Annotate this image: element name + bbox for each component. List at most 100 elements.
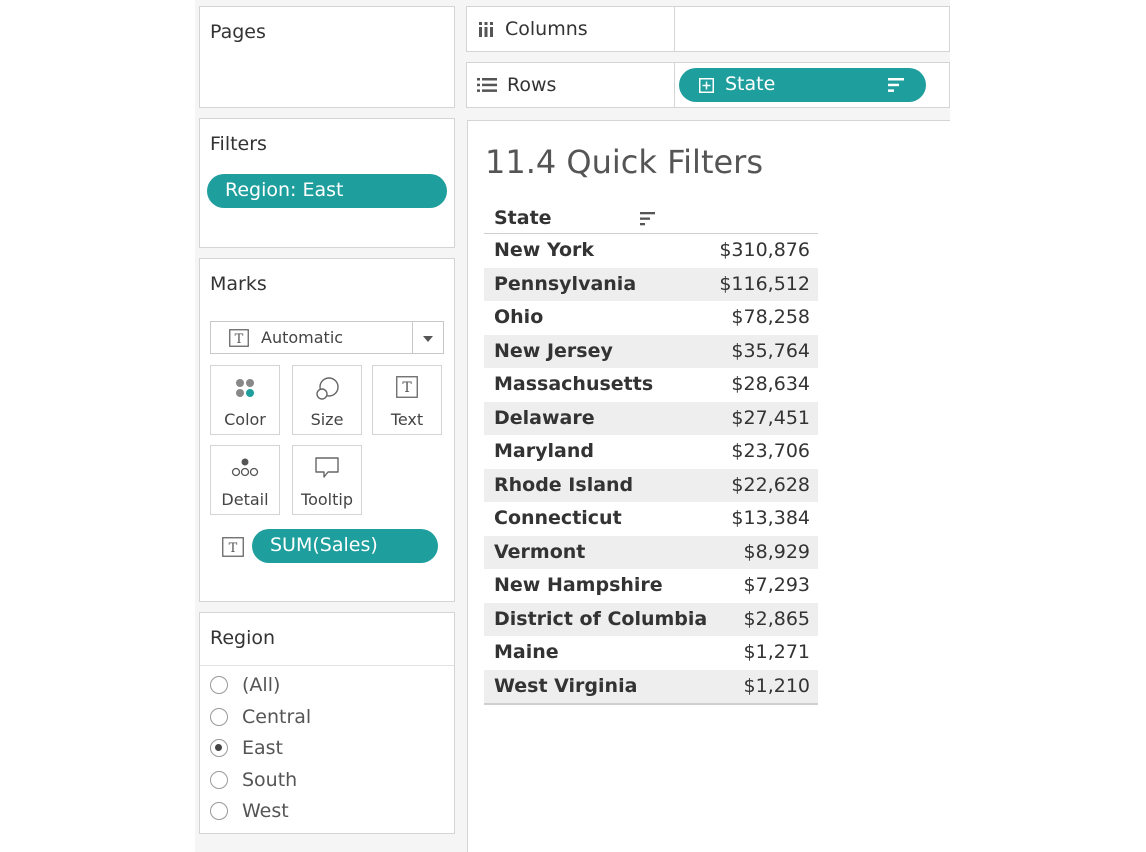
text-button[interactable]: T Text <box>372 365 442 435</box>
radio-option-central[interactable]: Central <box>210 703 311 731</box>
sales-value-cell: $7,293 <box>743 574 810 596</box>
sort-descending-icon[interactable] <box>640 212 656 226</box>
state-column-header[interactable]: State <box>494 207 552 229</box>
sales-value-cell: $13,384 <box>731 507 810 529</box>
chevron-down-icon[interactable] <box>422 335 434 343</box>
size-icon-wrap <box>293 376 361 402</box>
table-row[interactable]: Vermont $8,929 <box>484 535 818 569</box>
color-button[interactable]: Color <box>210 365 280 435</box>
radio-button[interactable] <box>210 676 228 694</box>
radio-label: South <box>242 769 298 791</box>
radio-option-south[interactable]: South <box>210 766 297 794</box>
table-row[interactable]: West Virginia $1,210 <box>484 669 818 703</box>
state-cell: Ohio <box>494 306 544 328</box>
region-quick-filter: Region (All) Central East South West <box>199 612 455 834</box>
columns-shelf[interactable]: Columns <box>466 6 950 52</box>
radio-label: West <box>242 800 289 822</box>
marks-title: Marks <box>210 273 267 295</box>
sales-value-cell: $27,451 <box>731 406 810 429</box>
table-row[interactable]: Maryland $23,706 <box>484 435 818 469</box>
sales-value-cell: $310,876 <box>719 239 810 261</box>
table-row[interactable]: Pennsylvania $116,512 <box>484 267 818 301</box>
table-row[interactable]: New Jersey $35,764 <box>484 334 818 368</box>
sort-descending-icon[interactable] <box>888 77 906 93</box>
expand-plus-icon <box>699 78 714 93</box>
svg-text:T: T <box>402 380 412 396</box>
radio-button[interactable] <box>210 771 228 789</box>
color-icon-wrap <box>211 376 279 402</box>
color-icon <box>236 379 254 397</box>
tooltip-label: Tooltip <box>301 490 353 509</box>
radio-button[interactable] <box>210 802 228 820</box>
text-encoding-icon: T <box>222 537 244 557</box>
table-row[interactable]: New Hampshire $7,293 <box>484 569 818 603</box>
radio-label: East <box>242 737 283 759</box>
tooltip-button[interactable]: Tooltip <box>292 445 362 515</box>
state-table: State New York $310,876 Pennsylvania $116,5… <box>484 203 818 705</box>
state-cell: New Jersey <box>494 339 613 362</box>
state-cell: Maine <box>494 641 559 663</box>
size-label: Size <box>310 410 344 429</box>
size-icon <box>316 377 339 400</box>
sheet-title: 11.4 Quick Filters <box>485 143 763 181</box>
table-row[interactable]: Rhode Island $22,628 <box>484 468 818 502</box>
radio-label: (All) <box>242 674 281 696</box>
table-row[interactable]: Ohio $78,258 <box>484 301 818 335</box>
detail-button[interactable]: Detail <box>210 445 280 515</box>
text-label: Text <box>390 410 424 429</box>
table-header[interactable]: State <box>484 203 818 234</box>
pages-card[interactable]: Pages <box>199 6 455 108</box>
table-row[interactable]: Delaware $27,451 <box>484 401 818 435</box>
filters-title: Filters <box>210 133 267 155</box>
rows-shelf[interactable]: Rows State <box>466 62 950 108</box>
sales-value-cell: $1,210 <box>743 674 810 697</box>
sum-sales-pill[interactable]: SUM(Sales) <box>252 529 438 563</box>
radio-option-all[interactable]: (All) <box>210 671 280 699</box>
detail-icon <box>231 458 259 477</box>
table-row[interactable]: Maine $1,271 <box>484 636 818 670</box>
text-mark-icon: T <box>229 329 249 347</box>
size-button[interactable]: Size <box>292 365 362 435</box>
marks-card: Marks T Automatic Color Size T Text Deta… <box>199 258 455 602</box>
region-filter-divider <box>200 665 454 666</box>
mark-type-dropdown[interactable]: T Automatic <box>210 321 444 354</box>
rows-label: Rows <box>507 74 557 96</box>
pages-title: Pages <box>210 21 266 43</box>
detail-icon-wrap <box>211 456 279 482</box>
tooltip-icon-wrap <box>293 456 361 482</box>
state-cell: Delaware <box>494 406 595 429</box>
sales-value-cell: $22,628 <box>731 473 810 496</box>
state-cell: District of Columbia <box>494 607 708 630</box>
filters-card[interactable]: Filters Region: East <box>199 118 455 248</box>
state-cell: Maryland <box>494 440 594 462</box>
rows-label-wrap: Rows <box>477 63 556 107</box>
text-icon-wrap: T <box>373 376 441 402</box>
sales-value-cell: $35,764 <box>731 339 810 362</box>
tooltip-icon <box>315 457 339 478</box>
viz-canvas[interactable]: 11.4 Quick Filters State New York $310,87… <box>467 120 950 852</box>
color-label: Color <box>224 410 266 429</box>
table-row[interactable]: Connecticut $13,384 <box>484 502 818 536</box>
state-rows-pill[interactable]: State <box>679 68 926 102</box>
state-pill-label: State <box>725 73 776 95</box>
radio-button[interactable] <box>210 708 228 726</box>
state-cell: New Hampshire <box>494 574 663 596</box>
table-row[interactable]: Massachusetts $28,634 <box>484 368 818 402</box>
text-icon: T <box>396 376 418 398</box>
state-cell: Vermont <box>494 540 586 563</box>
sales-value-cell: $116,512 <box>719 272 810 295</box>
table-row[interactable]: New York $310,876 <box>484 234 818 268</box>
sales-value-cell: $28,634 <box>731 373 810 395</box>
columns-icon <box>479 22 493 37</box>
radio-button-selected[interactable] <box>210 739 228 757</box>
columns-drop-area[interactable] <box>674 7 949 51</box>
dropdown-divider <box>412 322 413 353</box>
radio-option-west[interactable]: West <box>210 797 289 825</box>
region-filter-pill[interactable]: Region: East <box>207 174 447 208</box>
region-filter-title: Region <box>210 627 276 649</box>
sales-value-cell: $8,929 <box>743 540 810 563</box>
state-cell: Pennsylvania <box>494 272 637 295</box>
radio-option-east[interactable]: East <box>210 734 283 762</box>
table-row[interactable]: District of Columbia $2,865 <box>484 602 818 636</box>
detail-label: Detail <box>221 490 269 509</box>
